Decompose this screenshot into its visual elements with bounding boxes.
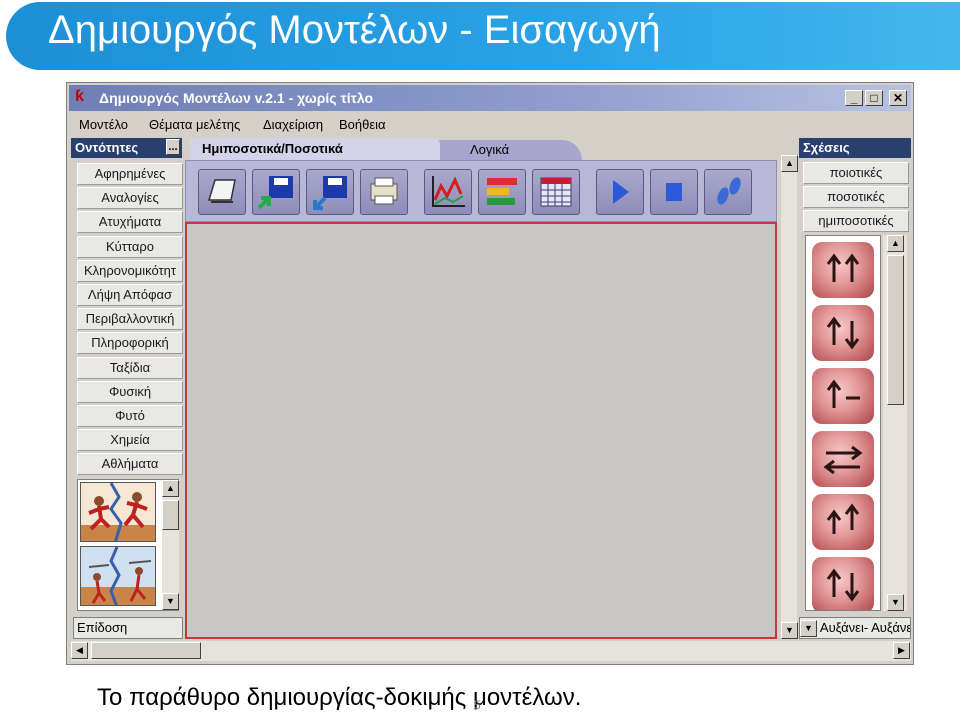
main-toolbar (185, 160, 777, 222)
category-ratios[interactable]: Αναλογίες (77, 187, 183, 210)
canvas-scroll-up-icon[interactable]: ▲ (781, 155, 798, 172)
up-up-arrows-icon[interactable] (810, 240, 876, 300)
maximize-button[interactable]: □ (865, 90, 883, 106)
right-status-field: ▼ Αυξάνει- Αυξάνει (799, 617, 911, 639)
category-accidents[interactable]: Ατυχήματα (77, 211, 183, 234)
runner-icon: ƙ (75, 88, 84, 105)
step-icon[interactable] (704, 169, 752, 215)
new-page-icon[interactable] (198, 169, 246, 215)
high-jumper-thumbnail[interactable] (80, 546, 156, 606)
entities-header: Οντότητες ... (71, 138, 182, 158)
horizontal-scroll-thumb[interactable] (91, 642, 201, 659)
relation-palette (805, 235, 881, 611)
up-up-arrows-icon-2[interactable] (810, 492, 876, 552)
canvas-scroll-down-icon[interactable]: ▼ (781, 622, 798, 639)
tab-semiquantitative[interactable]: Ημιποσοτικά/Ποσοτικά (190, 138, 440, 160)
category-list: Αφηρημένες Αναλογίες Ατυχήματα Κύτταρο Κ… (77, 163, 183, 477)
entity-thumbnails: ▲ ▼ (77, 479, 179, 611)
menu-help[interactable]: Βοήθεια (339, 117, 386, 132)
menu-bar: Μοντέλο Θέματα μελέτης Διαχείριση Βοήθει… (69, 113, 911, 135)
category-abstract[interactable]: Αφηρημένες (77, 163, 183, 185)
relations-header-label: Σχέσεις (803, 140, 850, 155)
relations-scrollbar[interactable]: ▲ ▼ (883, 235, 907, 611)
relations-header: Σχέσεις (799, 138, 911, 158)
category-cell[interactable]: Κύτταρο (77, 235, 183, 258)
category-travel[interactable]: Ταξίδια (77, 356, 183, 379)
category-decision[interactable]: Λήψη Απόφασ (77, 283, 183, 306)
tab-logical[interactable]: Λογικά (434, 140, 582, 160)
open-disk-icon[interactable] (252, 169, 300, 215)
menu-study-topics[interactable]: Θέματα μελέτης (149, 117, 240, 132)
minimize-button[interactable]: _ (845, 90, 863, 106)
scroll-left-icon[interactable]: ◀ (71, 642, 88, 659)
up-down-arrows-icon[interactable] (810, 303, 876, 363)
relations-scroll-thumb[interactable] (887, 255, 904, 405)
slide-title: Δημιουργός Μοντέλων - Εισαγωγή (48, 8, 661, 52)
category-environment[interactable]: Περιβαλλοντική (77, 308, 183, 331)
category-chemistry[interactable]: Χημεία (77, 429, 183, 452)
play-icon[interactable] (596, 169, 644, 215)
model-canvas[interactable] (185, 222, 777, 639)
page-number: 5 (474, 698, 481, 712)
table-icon[interactable] (532, 169, 580, 215)
category-plant[interactable]: Φυτό (77, 404, 183, 427)
left-status-field: Επίδοση (73, 617, 183, 639)
save-disk-icon[interactable] (306, 169, 354, 215)
relation-type-semiquantitative[interactable]: ημιποσοτικές (803, 210, 909, 232)
horizontal-scrollbar[interactable]: ◀ ▶ (71, 641, 911, 661)
relation-type-quantitative[interactable]: ποσοτικές (803, 186, 909, 208)
close-button[interactable]: ✕ (889, 90, 907, 106)
thumbnail-scrollbar[interactable]: ▲ ▼ (162, 480, 179, 610)
scroll-right-icon[interactable]: ▶ (893, 642, 910, 659)
scroll-thumb[interactable] (162, 500, 179, 530)
status-dropdown-icon[interactable]: ▼ (800, 620, 817, 638)
title-bar[interactable]: ƙ Δημιουργός Μοντέλων v.2.1 - χωρίς τίτλ… (69, 85, 911, 111)
category-physics[interactable]: Φυσική (77, 380, 183, 403)
mode-tabs: Λογικά Ημιποσοτικά/Ποσοτικά (190, 138, 590, 160)
graph-icon[interactable] (424, 169, 472, 215)
slide-header: Δημιουργός Μοντέλων - Εισαγωγή (0, 0, 960, 72)
print-icon[interactable] (360, 169, 408, 215)
app-window: ƙ Δημιουργός Μοντέλων v.2.1 - χωρίς τίτλ… (66, 82, 914, 665)
left-right-arrows-icon[interactable] (810, 429, 876, 489)
relations-scroll-up-icon[interactable]: ▲ (887, 235, 904, 252)
relations-scroll-down-icon[interactable]: ▼ (887, 594, 904, 611)
up-dash-icon[interactable] (810, 366, 876, 426)
scroll-up-icon[interactable]: ▲ (162, 480, 179, 497)
entities-header-label: Οντότητες (75, 140, 139, 155)
category-heredity[interactable]: Κληρονομικότητ (77, 259, 183, 282)
right-status-text: Αυξάνει- Αυξάνει (819, 620, 911, 635)
canvas-vertical-scrollbar[interactable]: ▲ ▼ (781, 155, 798, 639)
stop-icon[interactable] (650, 169, 698, 215)
entities-more-button[interactable]: ... (166, 139, 180, 155)
menu-management[interactable]: Διαχείριση (263, 117, 323, 132)
scroll-down-icon[interactable]: ▼ (162, 593, 179, 610)
bar-chart-icon[interactable] (478, 169, 526, 215)
window-title: Δημιουργός Μοντέλων v.2.1 - χωρίς τίτλο (99, 90, 374, 106)
relation-type-qualitative[interactable]: ποιοτικές (803, 162, 909, 184)
category-informatics[interactable]: Πληροφορική (77, 332, 183, 355)
slide-caption: Το παράθυρο δημιουργίας-δοκιμής μοντέλων… (97, 684, 582, 711)
category-sports[interactable]: Αθλήματα (77, 453, 183, 476)
menu-model[interactable]: Μοντέλο (79, 117, 128, 132)
hurdle-jumper-thumbnail[interactable] (80, 482, 156, 542)
up-down-arrows-icon-2[interactable] (810, 555, 876, 610)
